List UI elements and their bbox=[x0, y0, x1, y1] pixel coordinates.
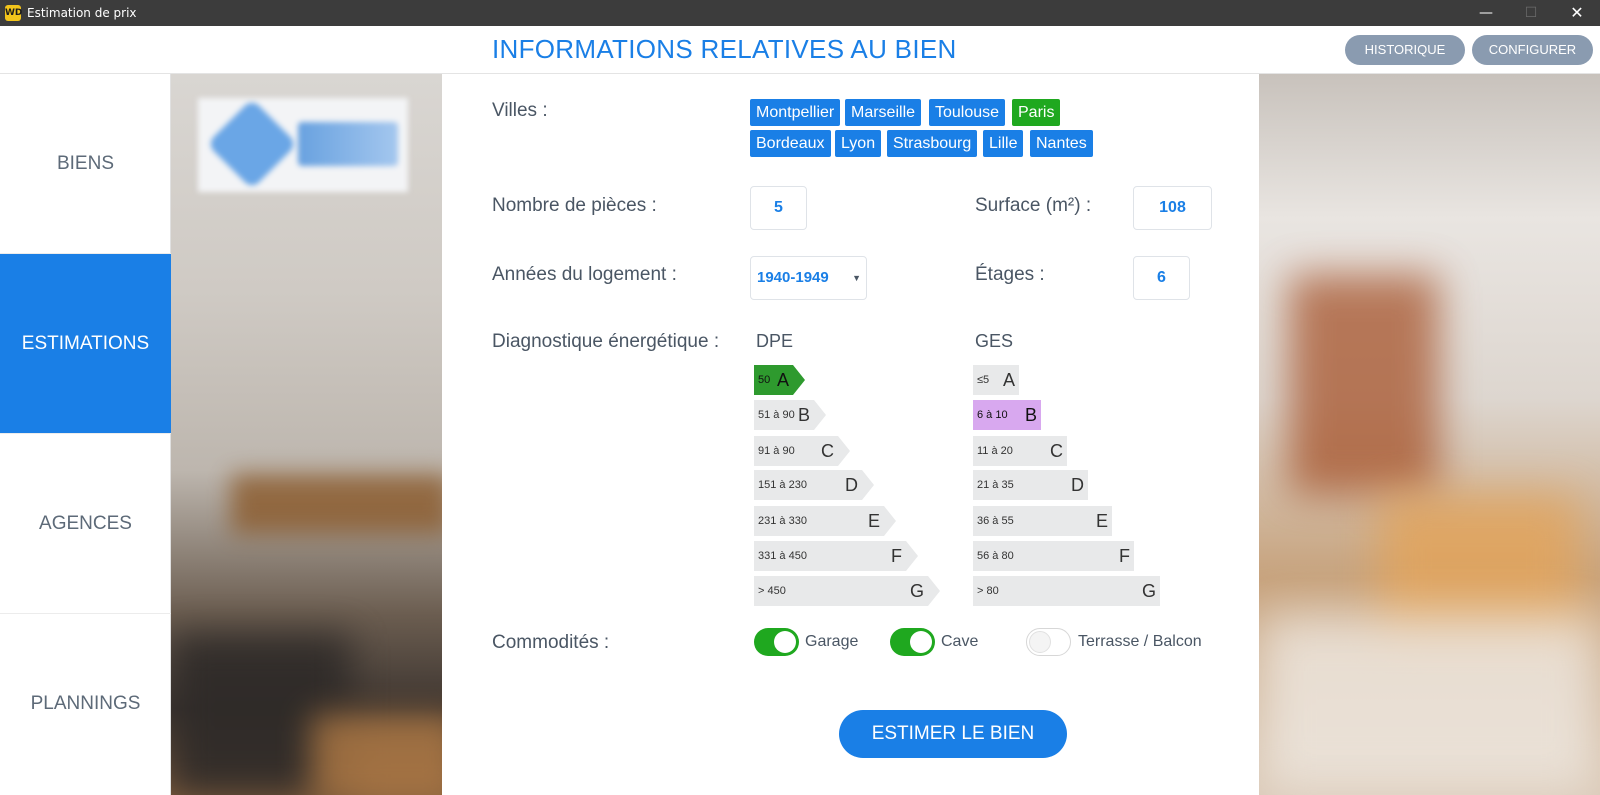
dpe-bar-f[interactable]: 331 à 450 F bbox=[754, 541, 918, 571]
window-titlebar: WD Estimation de prix — ☐ ✕ bbox=[0, 0, 1600, 26]
minimize-icon[interactable]: — bbox=[1463, 0, 1509, 26]
ges-bar-d[interactable]: 21 à 35 D bbox=[973, 470, 1088, 500]
diagnostic-label: Diagnostique énergétique : bbox=[492, 331, 720, 352]
ges-range-b: 6 à 10 bbox=[977, 409, 1008, 421]
ges-range-c: 11 à 20 bbox=[977, 445, 1013, 457]
ges-letter-a: A bbox=[1002, 370, 1015, 390]
ges-range-f: 56 à 80 bbox=[977, 550, 1014, 562]
ges-range-d: 21 à 35 bbox=[977, 479, 1014, 491]
dpe-letter-e: E bbox=[867, 511, 880, 531]
annees-select[interactable]: 1940-1949 ▼ bbox=[750, 256, 867, 300]
dpe-letter-a: A bbox=[776, 370, 789, 390]
annees-select-value: 1940-1949 bbox=[757, 269, 829, 286]
ges-bar-f[interactable]: 56 à 80 F bbox=[973, 541, 1134, 571]
app-icon: WD bbox=[5, 5, 22, 21]
city-chip-toulouse[interactable]: Toulouse bbox=[929, 99, 1006, 126]
ges-letter-f: F bbox=[1119, 546, 1130, 566]
dpe-letter-d: D bbox=[845, 475, 858, 495]
cave-toggle[interactable] bbox=[890, 628, 935, 656]
annees-label: Années du logement : bbox=[492, 264, 677, 285]
dpe-range-c: 91 à 90 bbox=[758, 445, 795, 457]
historique-button[interactable]: HISTORIQUE bbox=[1345, 35, 1465, 65]
dpe-bar-d[interactable]: 151 à 230 D bbox=[754, 470, 874, 500]
dpe-range-a: 50 bbox=[758, 374, 771, 386]
photo-blur-shape bbox=[1259, 614, 1599, 794]
ges-letter-e: E bbox=[1095, 511, 1108, 531]
sidebar-item-estimations[interactable]: ESTIMATIONS bbox=[0, 254, 171, 434]
city-chip-montpellier[interactable]: Montpellier bbox=[750, 99, 841, 126]
ges-range-g: > 80 bbox=[977, 585, 999, 597]
ges-bar-e[interactable]: 36 à 55 E bbox=[973, 506, 1112, 536]
city-chip-nantes[interactable]: Nantes bbox=[1030, 130, 1093, 157]
dpe-letter-f: F bbox=[891, 546, 902, 566]
terrasse-toggle[interactable] bbox=[1026, 628, 1071, 656]
page-title: INFORMATIONS RELATIVES AU BIEN bbox=[492, 34, 957, 64]
ges-letter-b: B bbox=[1024, 405, 1037, 425]
etages-input[interactable]: 6 bbox=[1133, 256, 1190, 300]
ges-range-e: 36 à 55 bbox=[977, 515, 1014, 527]
photo-blur-shape bbox=[231, 474, 442, 534]
garage-toggle[interactable] bbox=[754, 628, 799, 656]
ges-range-a: ≤5 bbox=[977, 374, 990, 386]
photo-blur-shape bbox=[1289, 274, 1439, 494]
city-chip-paris[interactable]: Paris bbox=[1012, 99, 1061, 126]
dpe-range-d: 151 à 230 bbox=[758, 479, 807, 491]
sidebar: BIENS ESTIMATIONS AGENCES PLANNINGS bbox=[0, 74, 171, 795]
ges-bar-g[interactable]: > 80 G bbox=[973, 576, 1160, 606]
dpe-range-b: 51 à 90 bbox=[758, 409, 795, 421]
estimer-le-bien-button[interactable]: ESTIMER LE BIEN bbox=[839, 710, 1067, 758]
configurer-button[interactable]: CONFIGURER bbox=[1472, 35, 1593, 65]
dpe-bar-e[interactable]: 231 à 330 E bbox=[754, 506, 896, 536]
company-logo bbox=[198, 98, 408, 192]
dpe-letter-b: B bbox=[797, 405, 810, 425]
background-photo-left bbox=[171, 74, 442, 795]
dpe-bar-g[interactable]: > 450 G bbox=[754, 576, 940, 606]
city-chip-lyon[interactable]: Lyon bbox=[835, 130, 882, 157]
cave-label: Cave bbox=[941, 633, 979, 650]
terrasse-label: Terrasse / Balcon bbox=[1078, 633, 1202, 650]
maximize-icon[interactable]: ☐ bbox=[1508, 0, 1554, 26]
etages-label: Étages : bbox=[975, 264, 1045, 285]
dpe-range-e: 231 à 330 bbox=[758, 515, 807, 527]
logo-wordmark bbox=[298, 122, 398, 166]
chevron-down-icon: ▼ bbox=[852, 273, 861, 283]
garage-label: Garage bbox=[805, 633, 859, 650]
photo-blur-shape bbox=[311, 714, 442, 795]
surface-label: Surface (m²) : bbox=[975, 195, 1092, 216]
ges-letter-d: D bbox=[1071, 475, 1084, 495]
ges-letter-c: C bbox=[1050, 441, 1063, 461]
dpe-range-f: 331 à 450 bbox=[758, 550, 807, 562]
dpe-bar-b[interactable]: 51 à 90 B bbox=[754, 400, 826, 430]
window-title: Estimation de prix bbox=[27, 6, 137, 20]
sidebar-item-biens[interactable]: BIENS bbox=[0, 74, 171, 254]
ges-bar-a[interactable]: ≤5 A bbox=[973, 365, 1019, 395]
ges-title: GES bbox=[975, 331, 1014, 351]
app-header: INFORMATIONS RELATIVES AU BIEN HISTORIQU… bbox=[0, 26, 1600, 74]
ges-bar-b[interactable]: 6 à 10 B bbox=[973, 400, 1041, 430]
logo-mark-icon bbox=[206, 98, 298, 190]
estimation-form: Villes : Montpellier Marseille Toulouse … bbox=[442, 74, 1259, 795]
city-chip-strasbourg[interactable]: Strasbourg bbox=[887, 130, 978, 157]
sidebar-item-agences[interactable]: AGENCES bbox=[0, 434, 171, 614]
pieces-label: Nombre de pièces : bbox=[492, 195, 657, 216]
surface-input[interactable]: 108 bbox=[1133, 186, 1212, 230]
city-chip-lille[interactable]: Lille bbox=[983, 130, 1024, 157]
city-chip-marseille[interactable]: Marseille bbox=[845, 99, 922, 126]
city-chip-bordeaux[interactable]: Bordeaux bbox=[750, 130, 831, 157]
dpe-letter-c: C bbox=[821, 441, 834, 461]
sidebar-item-plannings[interactable]: PLANNINGS bbox=[0, 614, 171, 794]
villes-label: Villes : bbox=[492, 100, 548, 121]
close-icon[interactable]: ✕ bbox=[1554, 0, 1600, 26]
commodites-label: Commodités : bbox=[492, 632, 610, 653]
dpe-bar-a[interactable]: 50 A bbox=[754, 365, 805, 395]
dpe-range-g: > 450 bbox=[758, 585, 786, 597]
background-photo-right bbox=[1259, 74, 1600, 795]
dpe-bar-c[interactable]: 91 à 90 C bbox=[754, 436, 850, 466]
pieces-input[interactable]: 5 bbox=[750, 186, 807, 230]
dpe-title: DPE bbox=[756, 331, 794, 351]
ges-letter-g: G bbox=[1141, 581, 1156, 601]
ges-bar-c[interactable]: 11 à 20 C bbox=[973, 436, 1067, 466]
dpe-letter-g: G bbox=[909, 581, 924, 601]
